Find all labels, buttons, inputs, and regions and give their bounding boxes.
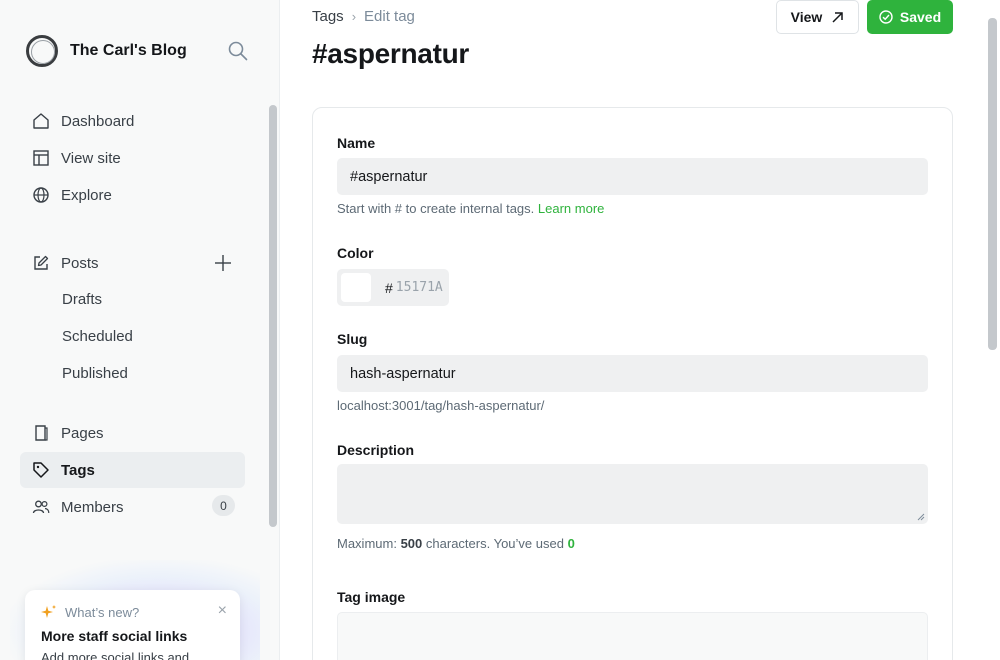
tag-image-label: Tag image	[337, 589, 406, 605]
edit-icon	[34, 255, 49, 270]
description-hint-mid: characters. You’ve used	[425, 536, 564, 551]
description-max: 500	[400, 536, 423, 551]
name-hint-text: Start with # to create internal tags.	[337, 201, 535, 216]
layout-icon	[33, 150, 49, 166]
whats-new-card[interactable]: What’s new? × More staff social links Ad…	[25, 590, 240, 660]
learn-more-link[interactable]: Learn more	[538, 201, 604, 216]
sidebar-item-label: Dashboard	[61, 112, 135, 130]
sidebar-item-scheduled[interactable]: Scheduled	[62, 328, 133, 345]
arrow-up-right-icon	[832, 11, 844, 23]
description-hint-prefix: Maximum:	[337, 536, 397, 551]
saved-button[interactable]: Saved	[867, 0, 953, 34]
add-post-icon[interactable]	[213, 253, 233, 273]
sidebar-item-label: Pages	[61, 424, 104, 442]
saved-button-label: Saved	[899, 9, 942, 25]
members-count-badge: 0	[212, 495, 235, 516]
chevron-right-icon: ›	[351, 9, 357, 24]
pages-icon	[35, 425, 48, 441]
tag-icon	[33, 462, 49, 478]
main-content: Tags › Edit tag #aspernatur View Saved N…	[280, 0, 1000, 660]
blog-logo	[26, 35, 58, 67]
sidebar-item-label: Members	[61, 498, 124, 516]
breadcrumb-current: Edit tag	[364, 8, 415, 25]
breadcrumb: Tags › Edit tag	[312, 8, 415, 25]
whats-new-text: Add more social links and	[41, 650, 190, 660]
slug-input[interactable]: hash-aspernatur	[337, 355, 928, 392]
sidebar-item-label: View site	[61, 149, 121, 167]
globe-icon	[33, 187, 49, 203]
sidebar-item-drafts[interactable]: Drafts	[62, 291, 102, 308]
blog-name: The Carl's Blog	[70, 42, 187, 59]
breadcrumb-tags-link[interactable]: Tags	[312, 8, 344, 25]
tag-settings-card: Name #aspernatur Start with # to create …	[312, 107, 953, 660]
color-swatch[interactable]	[341, 273, 371, 302]
sidebar-item-explore[interactable]: Explore	[20, 177, 245, 213]
resize-handle-icon[interactable]	[917, 513, 925, 521]
color-hex-input[interactable]: 15171A	[396, 280, 443, 295]
name-input[interactable]: #aspernatur	[337, 158, 928, 195]
description-label: Description	[337, 442, 415, 458]
check-circle-icon	[879, 10, 893, 24]
sidebar-item-pages[interactable]: Pages	[20, 415, 245, 451]
view-button[interactable]: View	[776, 0, 859, 34]
view-button-label: View	[790, 9, 823, 25]
sparkle-icon	[41, 605, 56, 618]
name-hint: Start with # to create internal tags. Le…	[337, 201, 604, 216]
main-scrollbar[interactable]	[988, 18, 997, 350]
tag-image-upload[interactable]	[337, 612, 928, 660]
close-icon[interactable]: ×	[218, 602, 227, 620]
sidebar-item-posts[interactable]: Posts	[20, 245, 245, 281]
sidebar-scrollbar[interactable]	[269, 105, 277, 527]
page-title: #aspernatur	[312, 38, 469, 69]
color-hash: #	[385, 279, 393, 296]
sidebar-item-view-site[interactable]: View site	[20, 140, 245, 176]
sidebar-item-label: Posts	[61, 254, 99, 272]
sidebar-item-dashboard[interactable]: Dashboard	[20, 103, 245, 139]
members-icon	[32, 500, 50, 514]
slug-url: localhost:3001/tag/hash-aspernatur/	[337, 398, 545, 413]
home-icon	[33, 113, 49, 129]
sidebar-item-label: Explore	[61, 186, 112, 204]
name-label: Name	[337, 135, 376, 151]
sidebar: The Carl's Blog Dashboard View site Expl…	[0, 0, 280, 660]
whats-new-title: More staff social links	[41, 628, 188, 644]
description-hint: Maximum: 500 characters. You’ve used 0	[337, 536, 575, 551]
color-picker: # 15171A	[337, 269, 449, 306]
whats-new-heading: What’s new?	[65, 604, 140, 620]
sidebar-item-published[interactable]: Published	[62, 365, 128, 382]
description-used-count: 0	[567, 536, 575, 551]
description-textarea[interactable]	[337, 464, 928, 524]
brand[interactable]: The Carl's Blog	[26, 35, 187, 67]
search-icon[interactable]	[228, 41, 248, 61]
sidebar-item-tags[interactable]: Tags	[20, 452, 245, 488]
color-label: Color	[337, 245, 374, 261]
sidebar-item-label: Tags	[61, 461, 95, 479]
slug-label: Slug	[337, 331, 368, 347]
